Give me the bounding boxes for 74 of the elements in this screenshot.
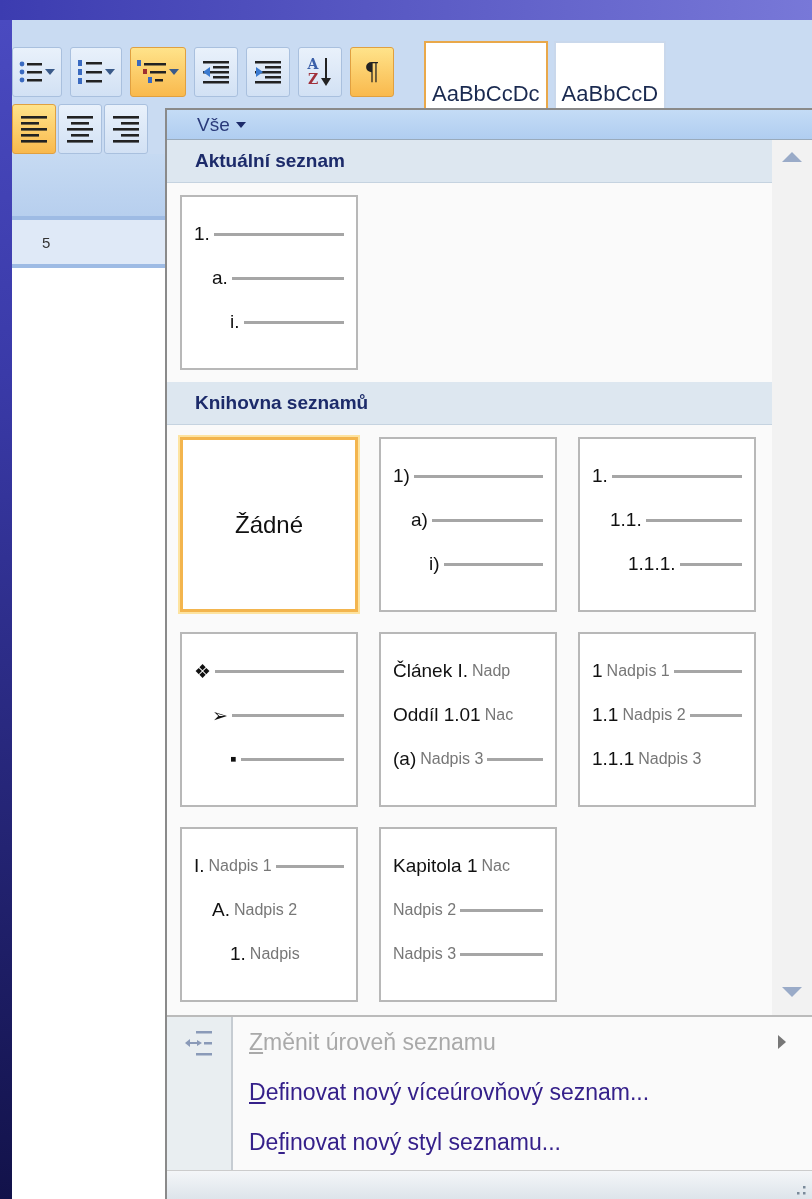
section-heading: Knihovna seznamů [167,382,772,425]
list-marker: (a) [393,748,417,770]
multilevel-list-icon [137,59,167,85]
list-marker: i) [429,553,440,575]
list-marker: 1 [592,660,603,682]
list-marker: 1. [592,465,608,487]
list-marker: 1.1.1. [628,553,676,575]
list-marker: 1.1.1 [592,748,635,770]
list-marker: 1. [230,943,246,965]
menu-item[interactable]: Definovat nový víceúrovňový seznam... [233,1067,812,1117]
bullet-list-icon [19,60,43,84]
list-marker: 1) [393,465,410,487]
decrease-indent-icon [201,59,231,85]
list-marker: 1. [194,223,210,245]
ruler-number: 5 [42,233,51,251]
tile-label: Žádné [234,510,304,539]
center-button[interactable] [58,104,102,154]
align-left-icon [20,114,48,144]
heading-caption: Nadpis 3 [638,750,702,768]
heading-caption: Nadpis 3 [393,945,457,963]
list-marker: Článek I. [393,660,468,682]
list-marker: Oddíl 1.01 [393,704,481,726]
list-style-tile[interactable]: 1 Nadpis 1 1.1 Nadpis 2 1.1.1 Nadpis 3 [578,632,756,807]
list-marker: a. [212,267,228,289]
increase-indent-button[interactable] [246,47,290,97]
list-style-tile[interactable]: ❖ ➢ ▪ [180,632,358,807]
heading-caption: Nadp [472,662,511,680]
list-style-tile[interactable]: 1.1.1. 1.1.1. [578,437,756,612]
align-center-icon [66,114,94,144]
heading-caption: Nac [481,857,510,875]
down-arrow-icon [320,58,333,86]
list-style-tile[interactable]: Článek I. Nadp Oddíl 1.01 Nac (a) Nadpis 3 [379,632,557,807]
numbered-list-icon [77,59,103,85]
heading-caption: Nadpis 2 [233,901,298,919]
list-marker: i. [230,311,240,333]
align-right-button[interactable] [104,104,148,154]
caret-icon [235,121,246,128]
list-style-tile[interactable]: 1) a) i) [379,437,557,612]
show-formatting-button[interactable]: ¶ [350,47,394,97]
list-style-tile[interactable]: Kapitola 1 Nac Nadpis 2 Nadpis 3 [379,827,557,1002]
menu-item-label: Definovat nový styl seznamu... [249,1128,561,1156]
menu-item-label: Změnit úroveň seznamu [249,1028,496,1056]
list-style-tile[interactable]: 1. a. i. [180,195,358,370]
list-marker: A. [212,899,230,921]
list-marker: ❖ [194,659,211,683]
decrease-indent-button[interactable] [194,47,238,97]
heading-caption: Nadpis 2 [622,706,686,724]
heading-caption: Nadpis 2 [393,901,457,919]
heading-caption: Nac [484,706,514,724]
list-marker: Kapitola 1 [393,855,478,877]
align-right-icon [112,114,140,144]
list-marker: I. [194,855,205,877]
menu-item-label: Definovat nový víceúrovňový seznam... [249,1078,650,1106]
heading-caption: Nadpis [249,945,300,963]
heading-caption: Nadpis 1 [606,662,670,680]
heading-caption: Nadpis 1 [208,857,272,875]
increase-indent-icon [253,59,283,85]
list-style-tile[interactable]: I. Nadpis 1 A. Nadpis 2 1. Nadpis [180,827,358,1002]
list-marker: ▪ [230,748,237,770]
numbering-button[interactable] [70,47,122,97]
list-marker: 1.1 [592,704,619,726]
list-marker: 1.1. [610,509,642,531]
section-heading: Aktuální seznam [167,140,772,183]
align-left-button[interactable] [12,104,56,154]
menu-item[interactable]: Definovat nový styl seznamu... [233,1117,812,1167]
list-marker: a) [411,509,428,531]
filter-dropdown[interactable]: Vše [167,110,812,140]
heading-caption: Nadpis 3 [420,750,484,768]
list-style-tile[interactable]: Žádné [180,437,358,612]
bullets-button[interactable] [12,47,62,97]
list-marker: ➢ [212,703,228,727]
sort-button[interactable]: A Z [298,47,342,97]
multilevel-list-button[interactable] [130,47,186,97]
resize-grip-icon[interactable] [794,1183,806,1195]
